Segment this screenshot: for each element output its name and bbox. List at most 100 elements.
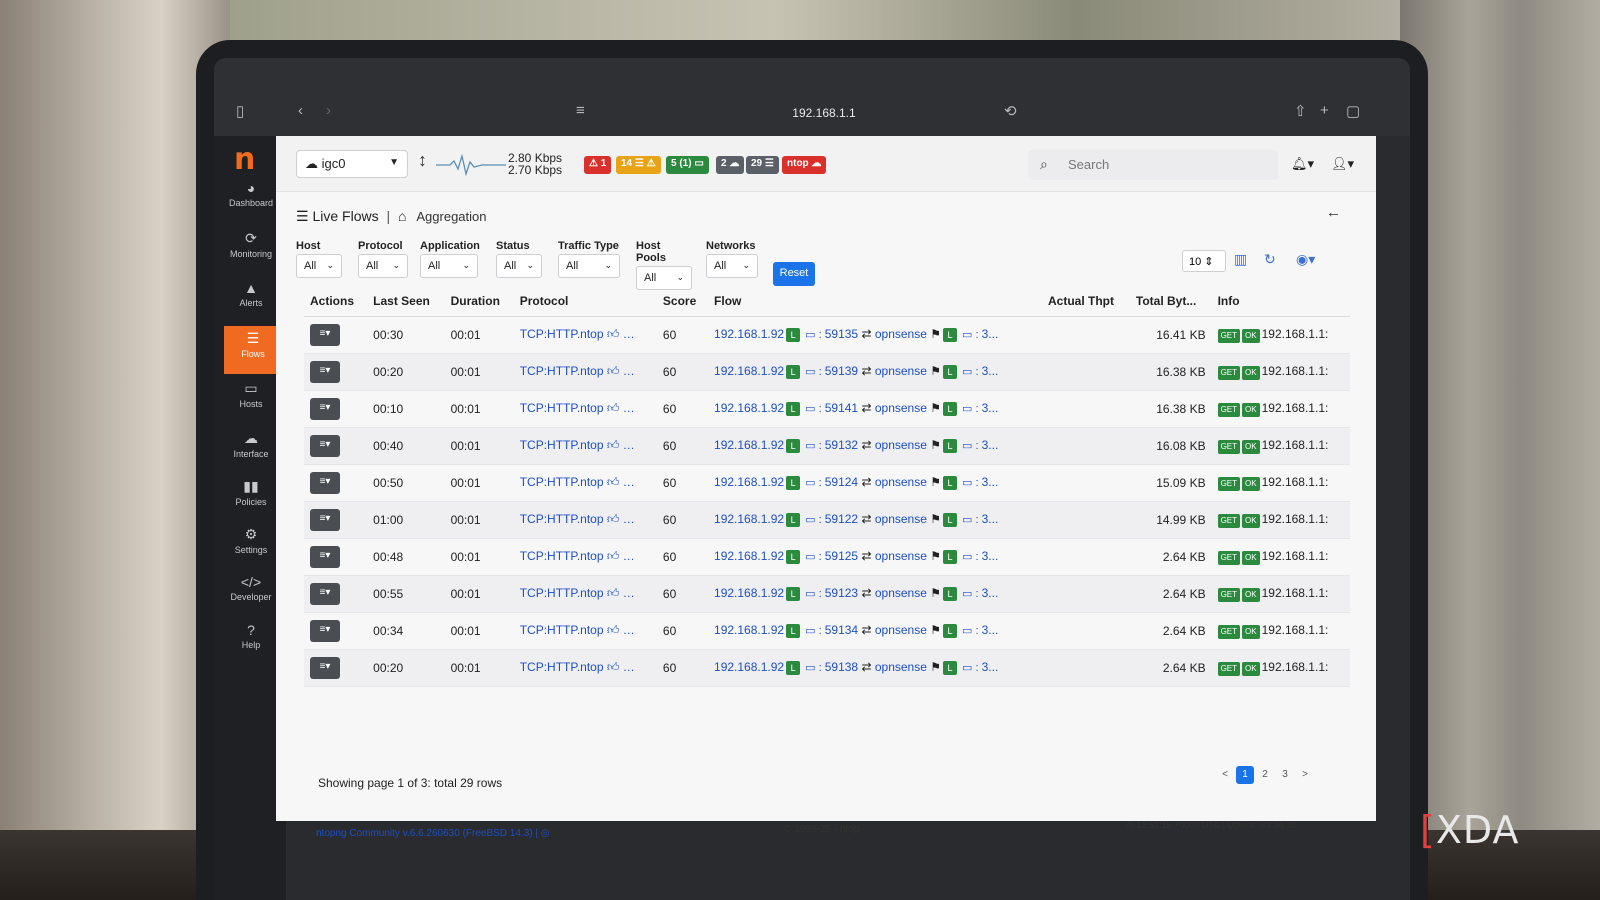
status-badge[interactable]: 29 ☰	[746, 156, 779, 174]
row-actions-button[interactable]: ≡▾	[310, 360, 340, 383]
row-actions-button[interactable]: ≡▾	[310, 508, 340, 531]
flow-destination-host[interactable]: opnsense	[875, 660, 927, 674]
protocol-link[interactable]: TCP:HTTP.ntop	[520, 438, 604, 452]
flow-source-port[interactable]: 59139	[825, 364, 858, 378]
page-menu-icon[interactable]: ≡	[576, 102, 585, 119]
row-actions-button[interactable]: ≡▾	[310, 619, 340, 642]
back-icon[interactable]: ‹	[298, 102, 303, 119]
status-badge[interactable]: 5 (1) ▭	[666, 156, 709, 174]
page-link-next[interactable]: >	[1296, 766, 1314, 784]
share-icon[interactable]: ⇧	[1294, 102, 1307, 120]
protocol-link[interactable]: TCP:HTTP.ntop	[520, 586, 604, 600]
flow-destination-host[interactable]: opnsense	[875, 401, 927, 415]
flow-destination-port[interactable]: 3...	[982, 475, 999, 489]
page-link-1[interactable]: 1	[1236, 766, 1254, 784]
protocol-link[interactable]: TCP:HTTP.ntop	[520, 401, 604, 415]
flow-source-port[interactable]: 59132	[825, 438, 858, 452]
notifications-bell-icon[interactable]: 🔔︎▾	[1291, 156, 1314, 172]
flow-source-host[interactable]: 192.168.1.92	[714, 586, 784, 600]
search-input[interactable]: ⌕ Search	[1028, 150, 1278, 180]
row-actions-button[interactable]: ≡▾	[310, 397, 340, 420]
sidebar-item-interface[interactable]: ☁ Interface	[220, 426, 282, 472]
page-link-prev[interactable]: <	[1216, 766, 1234, 784]
flow-source-host[interactable]: 192.168.1.92	[714, 438, 784, 452]
tabs-overview-icon[interactable]: ▢	[1346, 102, 1360, 120]
column-header[interactable]: Last Seen	[367, 286, 445, 317]
user-menu-icon[interactable]: 👤︎▾	[1331, 156, 1354, 172]
filter-select[interactable]: All ⌄	[496, 254, 542, 278]
flow-source-port[interactable]: 59125	[825, 549, 858, 563]
flow-destination-host[interactable]: opnsense	[875, 512, 927, 526]
sidebar-item-dashboard[interactable]: ◕ Dashboard	[220, 176, 282, 222]
filter-select[interactable]: All ⌄	[420, 254, 478, 278]
sidebar-item-hosts[interactable]: ▭ Hosts	[220, 376, 282, 422]
protocol-link[interactable]: TCP:HTTP.ntop	[520, 512, 604, 526]
flow-destination-port[interactable]: 3...	[982, 401, 999, 415]
sidebar-item-developer[interactable]: </> Developer	[220, 570, 282, 616]
page-link-2[interactable]: 2	[1256, 766, 1274, 784]
flow-source-port[interactable]: 59122	[825, 512, 858, 526]
sidebar-item-help[interactable]: ? Help	[220, 618, 282, 664]
row-actions-button[interactable]: ≡▾	[310, 545, 340, 568]
flow-destination-host[interactable]: opnsense	[875, 475, 927, 489]
protocol-link[interactable]: TCP:HTTP.ntop	[520, 364, 604, 378]
flow-source-port[interactable]: 59141	[825, 401, 858, 415]
column-header[interactable]: Duration	[444, 286, 514, 317]
page-link-3[interactable]: 3	[1276, 766, 1294, 784]
flow-destination-host[interactable]: opnsense	[875, 438, 927, 452]
flow-source-host[interactable]: 192.168.1.92	[714, 623, 784, 637]
flow-destination-port[interactable]: 3...	[982, 623, 999, 637]
protocol-link[interactable]: TCP:HTTP.ntop	[520, 660, 604, 674]
sidebar-item-monitoring[interactable]: ⟳ Monitoring	[220, 226, 282, 272]
filter-select[interactable]: All ⌄	[706, 254, 758, 278]
back-arrow-icon[interactable]: ←	[1326, 204, 1341, 221]
status-badge[interactable]: ⚠ 1	[584, 156, 612, 174]
column-header[interactable]: Info	[1211, 286, 1350, 317]
flow-destination-port[interactable]: 3...	[982, 364, 999, 378]
flow-destination-port[interactable]: 3...	[982, 438, 999, 452]
flow-source-port[interactable]: 59124	[825, 475, 858, 489]
column-header[interactable]: Score	[656, 286, 709, 317]
flow-source-port[interactable]: 59138	[825, 660, 858, 674]
flow-source-host[interactable]: 192.168.1.92	[714, 364, 784, 378]
flow-source-host[interactable]: 192.168.1.92	[714, 327, 784, 341]
column-header[interactable]: Actual Thpt	[1041, 286, 1130, 317]
flow-destination-host[interactable]: opnsense	[875, 549, 927, 563]
flow-destination-host[interactable]: opnsense	[875, 327, 927, 341]
address-bar[interactable]: 192.168.1.1	[754, 106, 894, 120]
flow-destination-port[interactable]: 3...	[982, 586, 999, 600]
flow-source-port[interactable]: 59135	[825, 327, 858, 341]
filter-select[interactable]: All ⌄	[358, 254, 408, 278]
column-header[interactable]: Actions	[304, 286, 368, 317]
flow-source-port[interactable]: 59123	[825, 586, 858, 600]
filter-select[interactable]: All ⌄	[296, 254, 342, 278]
row-actions-button[interactable]: ≡▾	[310, 434, 340, 457]
interface-select[interactable]: ☁ igc0 ▼	[296, 150, 408, 178]
flow-source-host[interactable]: 192.168.1.92	[714, 549, 784, 563]
protocol-link[interactable]: TCP:HTTP.ntop	[520, 475, 604, 489]
sidebar-item-flows[interactable]: ☰ Flows	[224, 326, 282, 374]
flow-source-port[interactable]: 59134	[825, 623, 858, 637]
sidebar-item-settings[interactable]: ⚙ Settings	[220, 522, 282, 568]
protocol-link[interactable]: TCP:HTTP.ntop	[520, 623, 604, 637]
translate-icon[interactable]: ⟲	[1004, 102, 1017, 120]
row-actions-button[interactable]: ≡▾	[310, 582, 340, 605]
flow-source-host[interactable]: 192.168.1.92	[714, 401, 784, 415]
status-badge[interactable]: ntop ☁	[782, 156, 827, 174]
breadcrumb-aggregation[interactable]: Aggregation	[416, 209, 486, 224]
flow-destination-host[interactable]: opnsense	[875, 586, 927, 600]
refresh-icon[interactable]: ↻	[1264, 251, 1276, 268]
home-icon[interactable]: ⌂	[398, 208, 406, 224]
status-badge[interactable]: 2 ☁	[716, 156, 745, 174]
row-actions-button[interactable]: ≡▾	[310, 323, 340, 346]
flow-destination-port[interactable]: 3...	[982, 660, 999, 674]
flow-source-host[interactable]: 192.168.1.92	[714, 512, 784, 526]
sidebar-toggle-icon[interactable]: ▯	[236, 102, 244, 120]
sidebar-item-policies[interactable]: ▮▮ Policies	[220, 474, 282, 520]
status-badge[interactable]: 14 ☰ ⚠	[616, 156, 661, 174]
protocol-link[interactable]: TCP:HTTP.ntop	[520, 327, 604, 341]
filter-select[interactable]: All ⌄	[558, 254, 620, 278]
view-options-icon[interactable]: ◉▾	[1296, 251, 1315, 268]
flow-destination-host[interactable]: opnsense	[875, 364, 927, 378]
protocol-link[interactable]: TCP:HTTP.ntop	[520, 549, 604, 563]
